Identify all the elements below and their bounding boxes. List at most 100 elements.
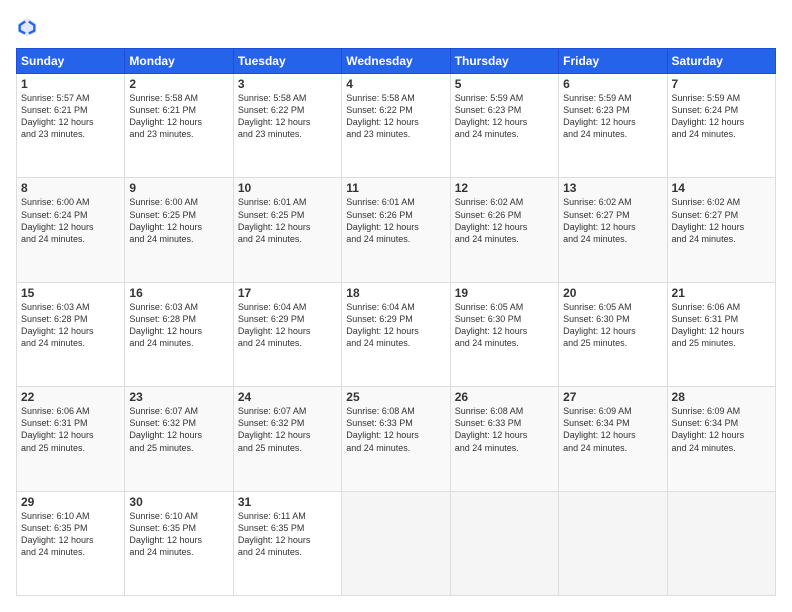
day-number: 18 [346, 286, 445, 300]
cell-details: Sunrise: 6:02 AMSunset: 6:27 PMDaylight:… [563, 196, 662, 245]
cell-details: Sunrise: 6:10 AMSunset: 6:35 PMDaylight:… [129, 510, 228, 559]
calendar-week-row: 29 Sunrise: 6:10 AMSunset: 6:35 PMDayligh… [17, 491, 776, 595]
day-number: 1 [21, 77, 120, 91]
calendar-cell: 21Sunrise: 6:06 AMSunset: 6:31 PMDayligh… [667, 282, 775, 386]
cell-details: Sunrise: 6:06 AMSunset: 6:31 PMDaylight:… [672, 301, 771, 350]
calendar-cell: 13Sunrise: 6:02 AMSunset: 6:27 PMDayligh… [559, 178, 667, 282]
cell-details: Sunrise: 6:01 AMSunset: 6:26 PMDaylight:… [346, 196, 445, 245]
cell-details: Sunrise: 6:11 AMSunset: 6:35 PMDaylight:… [238, 510, 337, 559]
day-number: 2 [129, 77, 228, 91]
cell-details: Sunrise: 6:05 AMSunset: 6:30 PMDaylight:… [455, 301, 554, 350]
calendar-cell: 20Sunrise: 6:05 AMSunset: 6:30 PMDayligh… [559, 282, 667, 386]
cell-details: Sunrise: 5:59 AMSunset: 6:23 PMDaylight:… [563, 92, 662, 141]
cell-details: Sunrise: 6:04 AMSunset: 6:29 PMDaylight:… [238, 301, 337, 350]
day-number: 20 [563, 286, 662, 300]
calendar-cell: 22Sunrise: 6:06 AMSunset: 6:31 PMDayligh… [17, 387, 125, 491]
logo [16, 16, 42, 38]
day-number: 30 [129, 495, 228, 509]
cell-details: Sunrise: 6:08 AMSunset: 6:33 PMDaylight:… [455, 405, 554, 454]
day-number: 16 [129, 286, 228, 300]
calendar-cell: 23Sunrise: 6:07 AMSunset: 6:32 PMDayligh… [125, 387, 233, 491]
day-number: 15 [21, 286, 120, 300]
calendar-cell: 6Sunrise: 5:59 AMSunset: 6:23 PMDaylight… [559, 74, 667, 178]
day-number: 26 [455, 390, 554, 404]
cell-details: Sunrise: 6:02 AMSunset: 6:27 PMDaylight:… [672, 196, 771, 245]
cell-details: Sunrise: 6:09 AMSunset: 6:34 PMDaylight:… [563, 405, 662, 454]
day-number: 24 [238, 390, 337, 404]
day-number: 9 [129, 181, 228, 195]
cell-details: Sunrise: 6:06 AMSunset: 6:31 PMDaylight:… [21, 405, 120, 454]
day-number: 4 [346, 77, 445, 91]
weekday-header-sunday: Sunday [17, 49, 125, 74]
weekday-header-tuesday: Tuesday [233, 49, 341, 74]
cell-details: Sunrise: 6:02 AMSunset: 6:26 PMDaylight:… [455, 196, 554, 245]
day-number: 11 [346, 181, 445, 195]
weekday-header-friday: Friday [559, 49, 667, 74]
cell-details: Sunrise: 6:01 AMSunset: 6:25 PMDaylight:… [238, 196, 337, 245]
cell-details: Sunrise: 6:07 AMSunset: 6:32 PMDaylight:… [129, 405, 228, 454]
day-number: 22 [21, 390, 120, 404]
day-number: 27 [563, 390, 662, 404]
calendar-cell: 18Sunrise: 6:04 AMSunset: 6:29 PMDayligh… [342, 282, 450, 386]
calendar-week-row: 15Sunrise: 6:03 AMSunset: 6:28 PMDayligh… [17, 282, 776, 386]
calendar-cell: 31Sunrise: 6:11 AMSunset: 6:35 PMDayligh… [233, 491, 341, 595]
cell-details: Sunrise: 5:59 AMSunset: 6:24 PMDaylight:… [672, 92, 771, 141]
day-number: 7 [672, 77, 771, 91]
calendar-cell: 27Sunrise: 6:09 AMSunset: 6:34 PMDayligh… [559, 387, 667, 491]
day-number: 29 [21, 495, 120, 509]
calendar-cell: 29Sunrise: 6:10 AMSunset: 6:35 PMDayligh… [17, 491, 125, 595]
calendar-cell: 9Sunrise: 6:00 AMSunset: 6:25 PMDaylight… [125, 178, 233, 282]
day-number: 23 [129, 390, 228, 404]
calendar-week-row: 22Sunrise: 6:06 AMSunset: 6:31 PMDayligh… [17, 387, 776, 491]
calendar-cell: 1Sunrise: 5:57 AMSunset: 6:21 PMDaylight… [17, 74, 125, 178]
day-number: 13 [563, 181, 662, 195]
calendar-cell: 24Sunrise: 6:07 AMSunset: 6:32 PMDayligh… [233, 387, 341, 491]
cell-details: Sunrise: 6:07 AMSunset: 6:32 PMDaylight:… [238, 405, 337, 454]
calendar-cell: 8Sunrise: 6:00 AMSunset: 6:24 PMDaylight… [17, 178, 125, 282]
calendar-cell: 25Sunrise: 6:08 AMSunset: 6:33 PMDayligh… [342, 387, 450, 491]
calendar-cell: 26Sunrise: 6:08 AMSunset: 6:33 PMDayligh… [450, 387, 558, 491]
calendar-cell: 17Sunrise: 6:04 AMSunset: 6:29 PMDayligh… [233, 282, 341, 386]
calendar-cell: 30Sunrise: 6:10 AMSunset: 6:35 PMDayligh… [125, 491, 233, 595]
weekday-header-row: SundayMondayTuesdayWednesdayThursdayFrid… [17, 49, 776, 74]
day-number: 3 [238, 77, 337, 91]
weekday-header-thursday: Thursday [450, 49, 558, 74]
weekday-header-wednesday: Wednesday [342, 49, 450, 74]
weekday-header-monday: Monday [125, 49, 233, 74]
calendar-cell: 19Sunrise: 6:05 AMSunset: 6:30 PMDayligh… [450, 282, 558, 386]
calendar-cell: 4Sunrise: 5:58 AMSunset: 6:22 PMDaylight… [342, 74, 450, 178]
day-number: 12 [455, 181, 554, 195]
calendar-cell: 16Sunrise: 6:03 AMSunset: 6:28 PMDayligh… [125, 282, 233, 386]
day-number: 21 [672, 286, 771, 300]
calendar-cell: 12Sunrise: 6:02 AMSunset: 6:26 PMDayligh… [450, 178, 558, 282]
day-number: 5 [455, 77, 554, 91]
cell-details: Sunrise: 5:57 AMSunset: 6:21 PMDaylight:… [21, 92, 120, 141]
weekday-header-saturday: Saturday [667, 49, 775, 74]
calendar-cell [450, 491, 558, 595]
cell-details: Sunrise: 6:00 AMSunset: 6:24 PMDaylight:… [21, 196, 120, 245]
calendar-cell: 14Sunrise: 6:02 AMSunset: 6:27 PMDayligh… [667, 178, 775, 282]
header [16, 16, 776, 38]
cell-details: Sunrise: 5:59 AMSunset: 6:23 PMDaylight:… [455, 92, 554, 141]
cell-details: Sunrise: 6:00 AMSunset: 6:25 PMDaylight:… [129, 196, 228, 245]
cell-details: Sunrise: 6:08 AMSunset: 6:33 PMDaylight:… [346, 405, 445, 454]
cell-details: Sunrise: 5:58 AMSunset: 6:21 PMDaylight:… [129, 92, 228, 141]
cell-details: Sunrise: 6:03 AMSunset: 6:28 PMDaylight:… [21, 301, 120, 350]
day-number: 14 [672, 181, 771, 195]
cell-details: Sunrise: 6:05 AMSunset: 6:30 PMDaylight:… [563, 301, 662, 350]
cell-details: Sunrise: 5:58 AMSunset: 6:22 PMDaylight:… [346, 92, 445, 141]
cell-details: Sunrise: 6:03 AMSunset: 6:28 PMDaylight:… [129, 301, 228, 350]
day-number: 31 [238, 495, 337, 509]
calendar-week-row: 8Sunrise: 6:00 AMSunset: 6:24 PMDaylight… [17, 178, 776, 282]
calendar-table: SundayMondayTuesdayWednesdayThursdayFrid… [16, 48, 776, 596]
day-number: 10 [238, 181, 337, 195]
calendar-cell: 15Sunrise: 6:03 AMSunset: 6:28 PMDayligh… [17, 282, 125, 386]
day-number: 6 [563, 77, 662, 91]
cell-details: Sunrise: 6:09 AMSunset: 6:34 PMDaylight:… [672, 405, 771, 454]
calendar-cell [559, 491, 667, 595]
day-number: 25 [346, 390, 445, 404]
day-number: 8 [21, 181, 120, 195]
calendar-cell: 7Sunrise: 5:59 AMSunset: 6:24 PMDaylight… [667, 74, 775, 178]
calendar-cell: 2Sunrise: 5:58 AMSunset: 6:21 PMDaylight… [125, 74, 233, 178]
cell-details: Sunrise: 6:04 AMSunset: 6:29 PMDaylight:… [346, 301, 445, 350]
